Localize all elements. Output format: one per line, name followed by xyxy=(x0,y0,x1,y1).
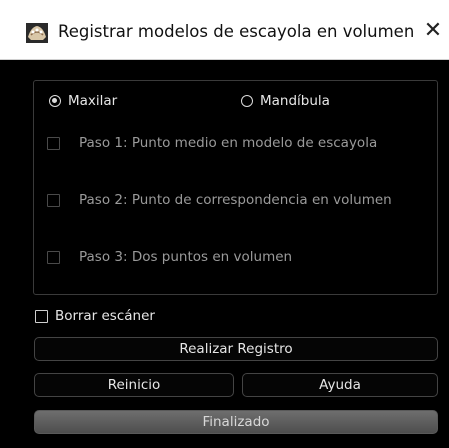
step-3-box xyxy=(47,250,60,264)
ayuda-button[interactable]: Ayuda xyxy=(242,373,438,397)
finalizado-button[interactable]: Finalizado xyxy=(34,410,438,434)
step-2-box xyxy=(47,193,60,207)
close-icon[interactable]: ✕ xyxy=(420,18,446,44)
borrar-escaner-checkbox[interactable]: Borrar escáner xyxy=(35,306,155,326)
step-3-label: Paso 3: Dos puntos en volumen xyxy=(79,249,293,265)
radio-indicator xyxy=(241,95,253,107)
realizar-registro-button[interactable]: Realizar Registro xyxy=(34,337,438,361)
reinicio-button[interactable]: Reinicio xyxy=(34,373,234,397)
step-1-checkbox[interactable]: Paso 1: Punto medio en modelo de escayol… xyxy=(47,133,377,153)
step-2-checkbox[interactable]: Paso 2: Punto de correspondencia en volu… xyxy=(47,190,392,210)
radio-maxilar-label: Maxilar xyxy=(68,93,118,109)
step-1-box xyxy=(47,136,60,150)
radio-mandibula[interactable]: Mandíbula xyxy=(241,91,330,111)
borrar-escaner-box xyxy=(35,309,48,323)
dental-cast-icon xyxy=(26,23,48,43)
radio-mandibula-label: Mandíbula xyxy=(260,93,330,109)
window-title: Registrar modelos de escayola en volumen xyxy=(58,22,415,41)
title-bar: Registrar modelos de escayola en volumen… xyxy=(0,0,449,60)
borrar-escaner-label: Borrar escáner xyxy=(55,308,155,324)
step-2-label: Paso 2: Punto de correspondencia en volu… xyxy=(79,192,392,208)
step-1-label: Paso 1: Punto medio en modelo de escayol… xyxy=(79,135,378,151)
dialog-body: Maxilar Mandíbula Paso 1: Punto medio en… xyxy=(0,60,449,448)
step-3-checkbox[interactable]: Paso 3: Dos puntos en volumen xyxy=(47,247,292,267)
radio-indicator-checked xyxy=(49,95,61,107)
radio-maxilar[interactable]: Maxilar xyxy=(49,91,117,111)
